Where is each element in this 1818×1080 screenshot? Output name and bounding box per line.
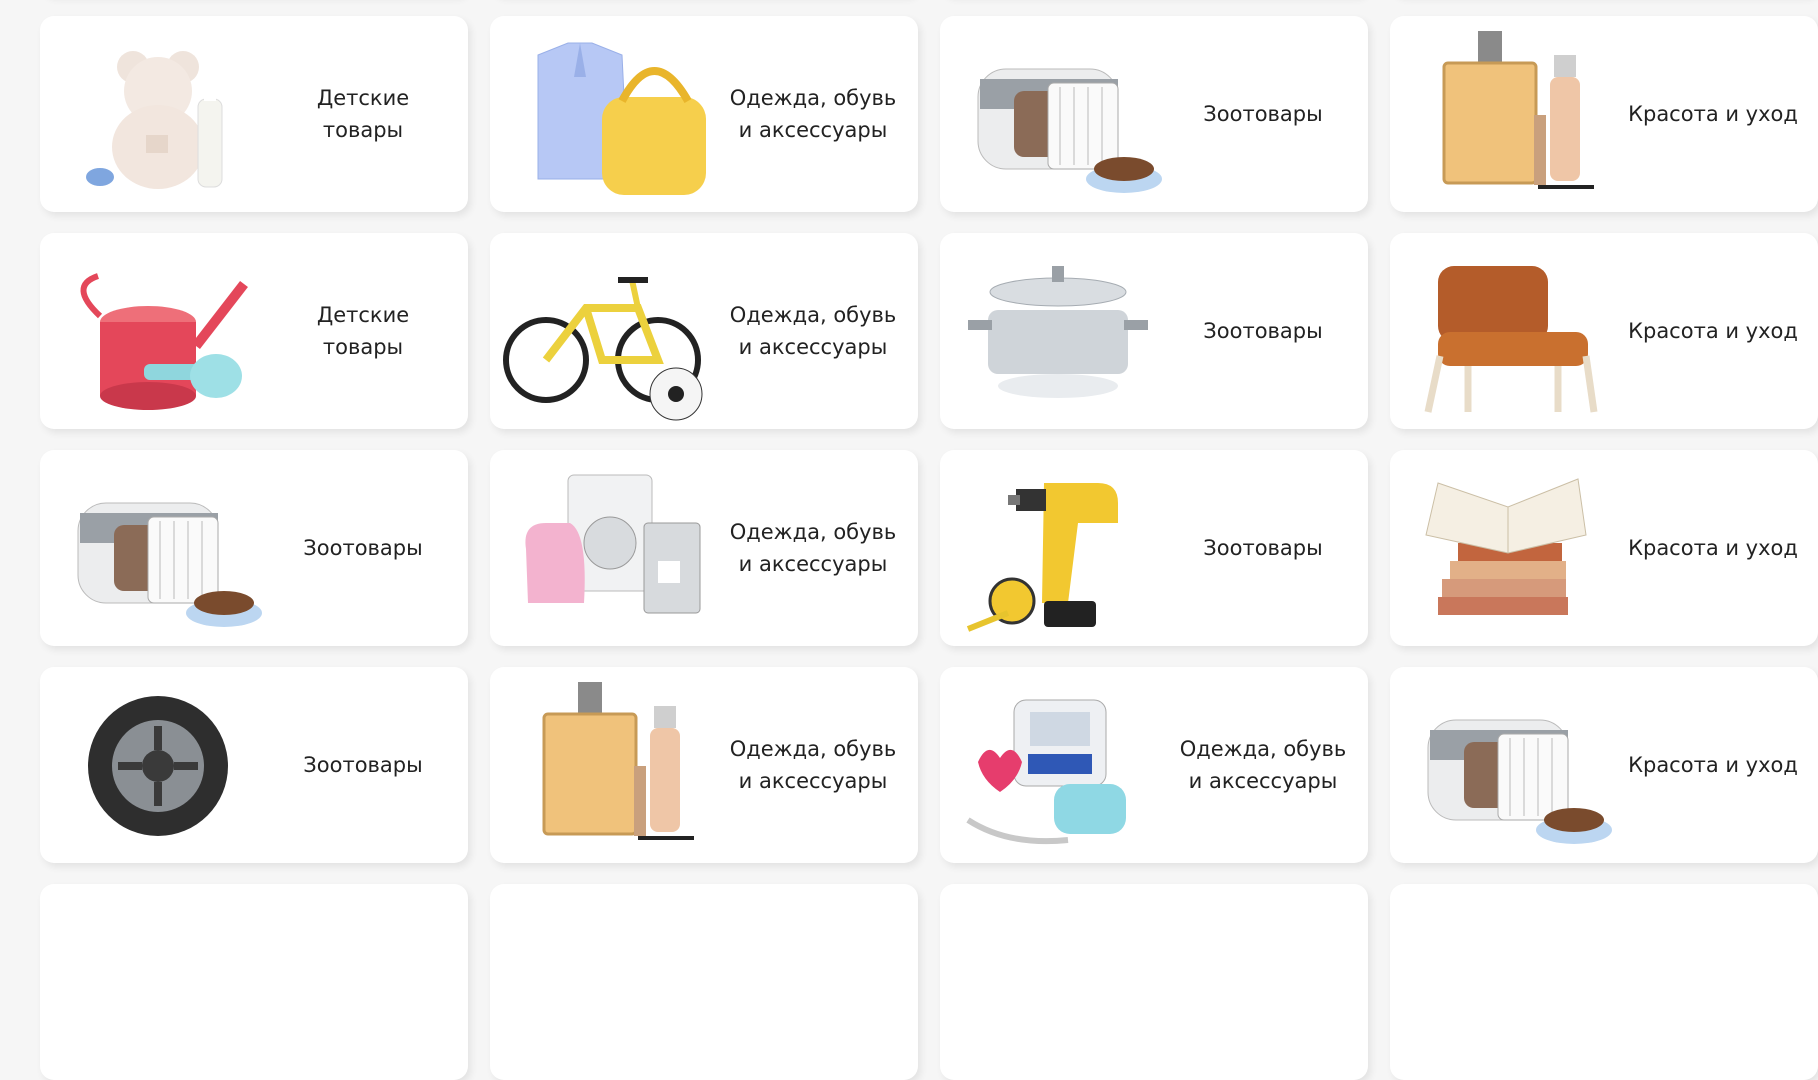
category-card[interactable]: Зоотовары: [40, 450, 468, 646]
category-label: Зоотовары: [1203, 536, 1323, 560]
category-card[interactable]: Одежда, обувь и аксессуары: [940, 667, 1368, 863]
category-label: Одежда, обувь и аксессуары: [729, 86, 897, 142]
category-label: Красота и уход: [1628, 319, 1798, 343]
product-image: [498, 887, 718, 1077]
category-card[interactable]: Красота и уход: [1390, 16, 1818, 212]
category-label: Зоотовары: [1203, 319, 1323, 343]
category-label: Красота и уход: [1628, 102, 1798, 126]
category-label: Одежда, обувь и аксессуары: [729, 303, 897, 359]
category-label: Детские товары: [316, 86, 410, 142]
appliances-icon: [498, 453, 718, 643]
teddy-bear-icon: [48, 19, 268, 209]
category-grid: Детские товары Одежда, обувь и аксессуары…: [40, 0, 1818, 1080]
cooking-pot-icon: [948, 236, 1168, 426]
category-label: Одежда, обувь и аксессуары: [729, 520, 897, 576]
drill-tape-icon: [948, 453, 1168, 643]
perfume-icon: [498, 670, 718, 860]
category-label: Красота и уход: [1628, 536, 1798, 560]
category-card[interactable]: Одежда, обувь и аксессуары: [490, 667, 918, 863]
category-label: Детские товары: [316, 303, 410, 359]
category-label: Зоотовары: [303, 536, 423, 560]
category-label: Зоотовары: [303, 753, 423, 777]
category-label: Одежда, обувь и аксессуары: [1179, 737, 1347, 793]
category-card[interactable]: [490, 884, 918, 1080]
product-image: [948, 887, 1168, 1077]
category-card[interactable]: Одежда, обувь и аксессуары: [490, 16, 918, 212]
clothing-bag-icon: [498, 19, 718, 209]
category-label: Зоотовары: [1203, 102, 1323, 126]
product-image: [48, 887, 268, 1077]
pet-carrier-icon: [1398, 670, 1618, 860]
blood-pressure-monitor-icon: [948, 670, 1168, 860]
category-card[interactable]: Красота и уход: [1390, 233, 1818, 429]
watering-can-icon: [48, 236, 268, 426]
bicycle-ball-icon: [498, 236, 718, 426]
category-card[interactable]: Зоотовары: [940, 16, 1368, 212]
category-card[interactable]: Одежда, обувь и аксессуары: [490, 233, 918, 429]
category-card[interactable]: Зоотовары: [40, 667, 468, 863]
category-label: Одежда, обувь и аксессуары: [729, 737, 897, 793]
category-label: Красота и уход: [1628, 753, 1798, 777]
category-card[interactable]: [940, 884, 1368, 1080]
tire-icon: [48, 670, 268, 860]
category-card[interactable]: Детские товары: [40, 16, 468, 212]
category-card[interactable]: [40, 884, 468, 1080]
category-card[interactable]: Зоотовары: [940, 450, 1368, 646]
product-image: [1398, 887, 1618, 1077]
perfume-icon: [1398, 19, 1618, 209]
category-card[interactable]: Зоотовары: [940, 233, 1368, 429]
category-card[interactable]: [1390, 884, 1818, 1080]
category-card[interactable]: Одежда, обувь и аксессуары: [490, 450, 918, 646]
pet-carrier-icon: [48, 453, 268, 643]
category-card[interactable]: Красота и уход: [1390, 450, 1818, 646]
category-card[interactable]: Красота и уход: [1390, 667, 1818, 863]
pet-carrier-icon: [948, 19, 1168, 209]
books-icon: [1398, 453, 1618, 643]
category-card[interactable]: Детские товары: [40, 233, 468, 429]
armchair-icon: [1398, 236, 1618, 426]
